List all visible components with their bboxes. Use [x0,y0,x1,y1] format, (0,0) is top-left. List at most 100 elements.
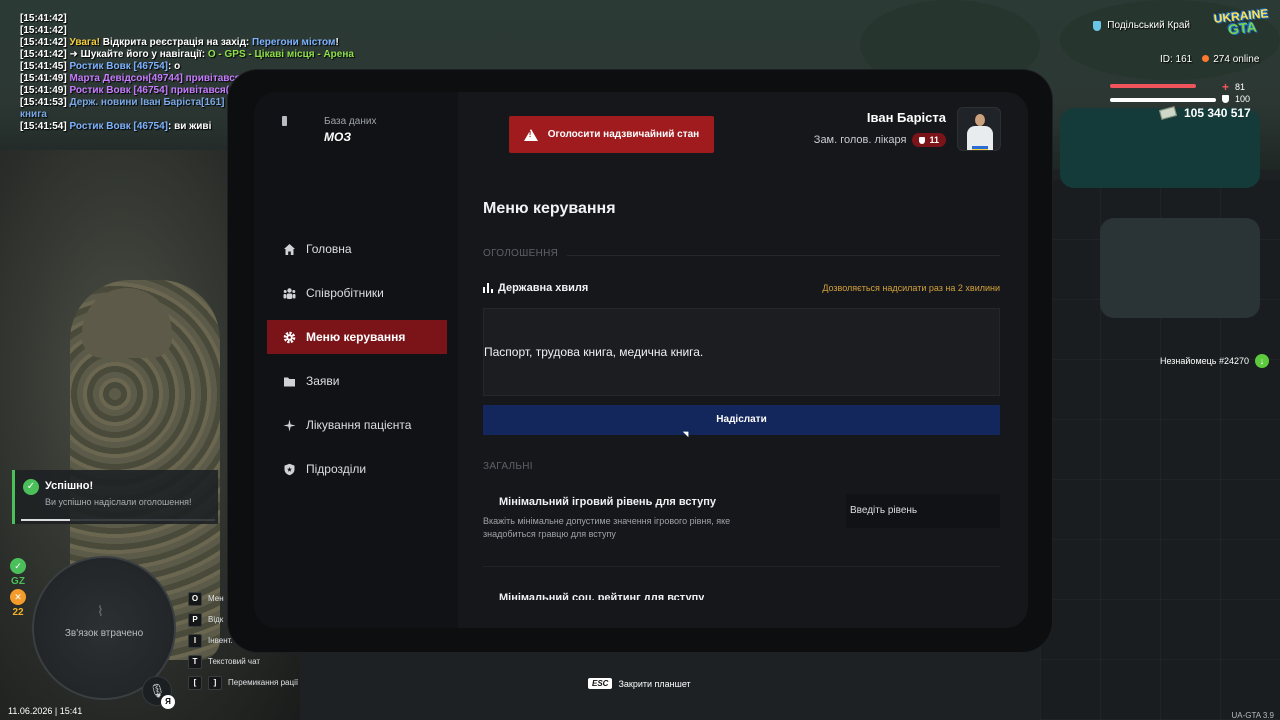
rank-value: 11 [929,135,939,145]
key-cap: ] [208,675,222,690]
key-hint: T Текстовий чат [188,651,298,672]
nearby-player-name: Незнайомець #24270 [1160,356,1250,366]
send-button[interactable]: Надіслати [483,405,1000,435]
money-value: 105 340 517 [1184,106,1251,120]
status-badges: ✓ GZ ✕ 22 [8,558,28,618]
region-name: Подільський Край [1107,20,1190,31]
sparkle-icon [283,419,296,432]
trident-icon [282,116,287,126]
ministry-emblem [282,116,312,142]
key-cap: I [188,633,202,648]
player-id: ID: 161 [1160,54,1193,65]
key-hint: [] Перемикання рації [188,672,298,693]
greenzone-label: GZ [11,576,25,587]
database-label: База даних [324,116,377,127]
divider [567,255,1000,256]
user-name: Іван Баріста [866,110,946,125]
health-bar [1110,84,1196,88]
player-ids: ID: 161 274 online [1160,54,1259,65]
min-level-title: Мінімальний ігровий рівень для вступу [499,496,716,508]
divider [483,566,1000,567]
key-hint-label: Мен [208,594,224,603]
general-section-title: ЗАГАЛЬНІ [483,461,533,472]
toast-message: Ви успішно надіслали оголошення! [45,497,192,507]
sidebar-item-4[interactable]: Заяви [267,364,447,398]
region-indicator: Подільський Край [1093,20,1190,31]
avatar [957,107,1001,151]
money-display: 105 340 517 [1158,106,1251,120]
sidebar-item-label: Підрозділи [306,462,367,476]
main-content: Меню керування ОГОЛОШЕННЯ Державна хвиля… [458,92,1028,628]
success-toast: ✓ Успішно! Ви успішно надіслали оголошен… [12,470,218,524]
close-tablet-label: Закрити планшет [618,678,691,689]
sidebar-item-label: Меню керування [306,330,406,344]
rank-badge: 11 [912,133,946,147]
min-social-rating-title: Мінімальний соц. рейтинг для вступу [499,592,705,600]
online-icon [1202,55,1210,62]
users-icon [283,287,296,300]
date-time: 11.06.2026 | 15:41 [8,706,83,716]
armor-label: 100 [1222,94,1250,104]
user-info: Іван Баріста Зам. голов. лікаря 11 [814,110,946,147]
close-tablet-hint[interactable]: ESC Закрити планшет [588,678,691,689]
declare-emergency-button[interactable]: Оголосити надзвичайний стан [509,116,714,153]
min-level-description: Вкажіть мінімальне допустиме значення іг… [483,516,731,539]
key-cap: P [188,612,202,627]
key-hint-label: Текстовий чат [208,657,261,666]
page-title: Меню керування [483,200,616,217]
nearby-player: Незнайомець #24270 ↓ [1160,354,1270,368]
voice-key: Я [161,695,175,709]
sidebar-item-3[interactable]: Меню керування [267,320,447,354]
tablet-header: База даних МОЗ Оголосити надзвичайний ст… [254,92,1028,164]
state-wave-label: Державна хвиля [498,282,589,294]
toast-title: Успішно! [45,480,94,492]
sidebar-nav: Головна Співробітники Меню керування Заяви Л… [267,232,447,496]
esc-key: ESC [588,678,613,689]
home-icon [283,243,296,256]
sidebar-item-2[interactable]: Співробітники [267,276,447,310]
voice-button[interactable]: 🎙 Я [142,676,175,709]
close-circle-icon: ✕ [10,589,26,605]
organization: База даних МОЗ [282,116,376,144]
announcements-section-title: ОГОЛОШЕННЯ [483,248,559,259]
shield-icon [283,463,296,476]
sidebar-item-label: Співробітники [306,286,384,300]
server-logo: UKRAINE GTA [1213,6,1272,43]
tablet: Головна Співробітники Меню керування Заяви Л… [254,92,1028,628]
version-label: UA-GTA 3.9 [1231,711,1274,720]
folder-icon [283,375,296,388]
chat-line: [15:41:42] [20,13,67,24]
online-count: 274 online [1202,54,1259,65]
scene-armchair [1100,218,1260,318]
announcements-section: ОГОЛОШЕННЯ [483,248,1000,259]
check-icon: ✓ [23,479,39,495]
gear-icon [283,331,296,344]
key-hint-label: Відк [208,615,224,624]
armor-value: 100 [1235,94,1251,104]
declare-emergency-label: Оголосити надзвичайний стан [547,129,700,140]
shield-status-icon: ✓ [10,558,26,574]
region-shield-icon [1093,20,1102,31]
send-limit-hint: Дозволяється надсилати раз на 2 хвилини [822,283,1000,293]
key-cap: T [188,654,202,669]
key-hint-label: Інвент. [208,636,233,645]
chat-line: [15:41:42] ➜ Шукайте його у навігації: O… [20,49,354,60]
announcement-textarea[interactable]: Паспорт, трудова книга, медична книга. [483,308,1000,396]
warning-icon [523,128,538,141]
connection-lost-text: Зв'язок втрачено [64,628,144,639]
min-level-input[interactable] [846,494,1000,528]
flag-icon [972,146,988,150]
sidebar: Головна Співробітники Меню керування Заяви Л… [254,92,458,628]
general-section: ЗАГАЛЬНІ [483,461,533,472]
toast-progress-fill [21,519,70,521]
key-cap: [ [188,675,202,690]
sidebar-item-5[interactable]: Лікування пацієнта [267,408,447,442]
sidebar-item-1[interactable]: Головна [267,232,447,266]
cash-icon [1158,106,1178,120]
sidebar-item-label: Заяви [306,374,340,388]
armor-icon [1222,95,1229,103]
key-hint-label: Перемикання рації [228,678,299,687]
scene-sofa [1060,108,1260,188]
sidebar-item-label: Лікування пацієнта [306,418,412,432]
sidebar-item-6[interactable]: Підрозділи [267,452,447,486]
